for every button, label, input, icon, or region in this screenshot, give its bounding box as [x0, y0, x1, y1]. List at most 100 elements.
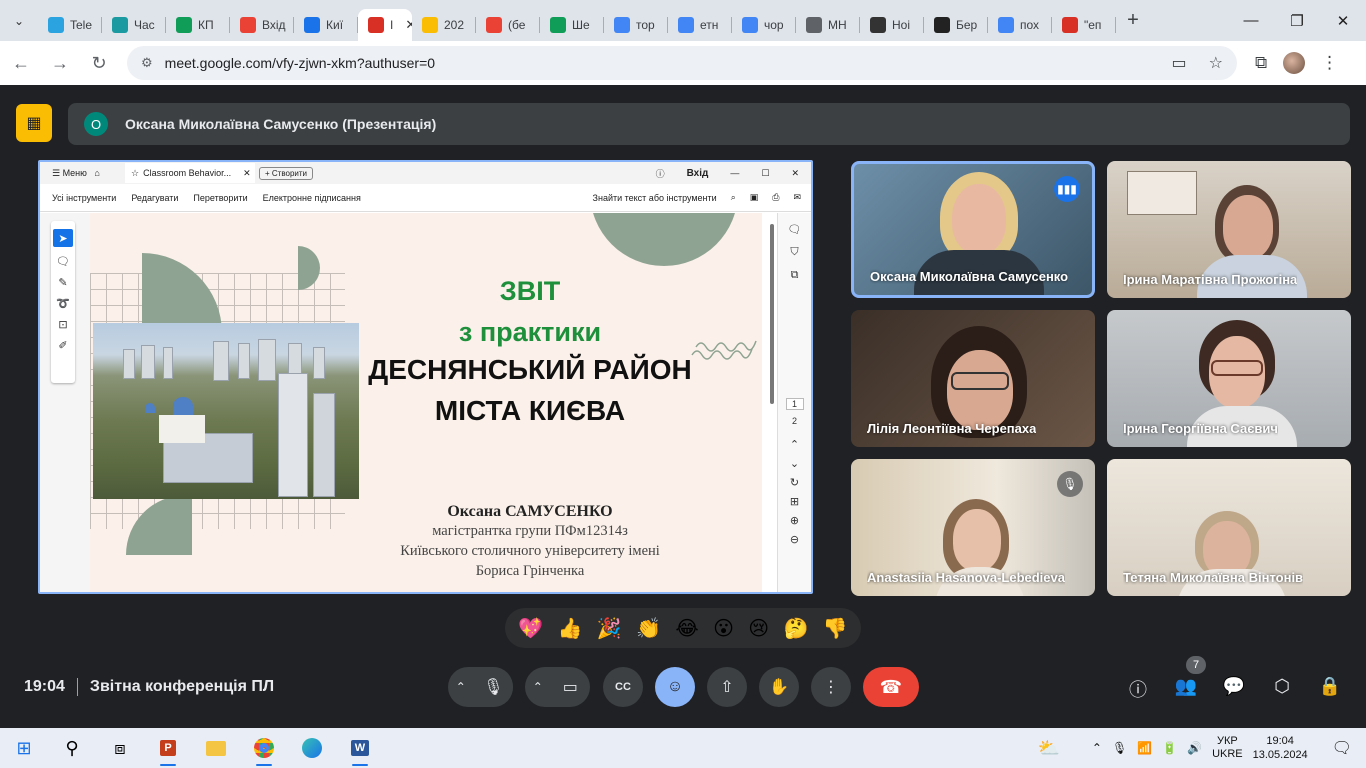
tray-mic-icon[interactable]: 🎙: [1112, 741, 1127, 755]
tool-esign[interactable]: Електронне підписання: [263, 193, 361, 203]
fit-page-icon[interactable]: ⊞: [790, 495, 799, 508]
word-icon[interactable]: W: [336, 728, 384, 768]
reaction-emoji[interactable]: 😂: [675, 616, 698, 641]
camera-options-chevron-icon[interactable]: ⌃: [525, 680, 551, 694]
raise-hand-button[interactable]: ✋: [759, 667, 799, 707]
find-tools-input[interactable]: Знайти текст або інструменти: [593, 193, 717, 203]
browser-tab[interactable]: етн: [668, 9, 732, 41]
browser-tab[interactable]: чор: [732, 9, 796, 41]
participant-tile-1[interactable]: ▮▮▮ Оксана Миколаївна Самусенко: [851, 161, 1095, 298]
rotate-icon[interactable]: ↻: [790, 476, 799, 489]
present-screen-button[interactable]: ⇧: [707, 667, 747, 707]
camera-permission-icon[interactable]: ▭: [1172, 53, 1187, 73]
help-icon[interactable]: ⓘ: [656, 167, 665, 180]
wifi-icon[interactable]: 📶: [1137, 741, 1152, 755]
pages-icon[interactable]: ⧉: [791, 269, 799, 282]
stamp-icon[interactable]: ✐: [58, 339, 67, 352]
new-tab-button[interactable]: +: [1116, 9, 1150, 32]
back-icon[interactable]: ←: [3, 45, 39, 81]
emoji-reactions-button[interactable]: ☺: [655, 667, 695, 707]
tool-convert[interactable]: Перетворити: [193, 193, 247, 203]
acrobat-minimize-icon[interactable]: —: [730, 168, 739, 178]
people-icon[interactable]: 👥: [1174, 676, 1198, 697]
chrome-icon[interactable]: [240, 728, 288, 768]
activities-icon[interactable]: ⬡: [1270, 676, 1294, 697]
tab-close-icon[interactable]: ✕: [405, 17, 412, 33]
search-icon[interactable]: ⚲: [48, 728, 96, 768]
print-icon[interactable]: ⎙: [772, 192, 779, 203]
task-view-icon[interactable]: ⧈: [96, 728, 144, 768]
browser-tab[interactable]: Ноі: [860, 9, 924, 41]
reaction-emoji[interactable]: 🤔: [784, 616, 809, 641]
browser-tab[interactable]: пох: [988, 9, 1052, 41]
tool-edit[interactable]: Редагувати: [131, 193, 178, 203]
reload-icon[interactable]: ↻: [81, 45, 117, 81]
save-icon[interactable]: ▣: [750, 192, 759, 203]
close-window-icon[interactable]: ✕: [1320, 0, 1366, 41]
acrobat-tab-close-icon[interactable]: ✕: [243, 168, 251, 179]
zoom-in-icon[interactable]: ⊕: [790, 514, 799, 527]
reaction-emoji[interactable]: 😮: [713, 616, 734, 641]
participant-tile-4[interactable]: Ірина Георгіївна Саєвич: [1107, 310, 1351, 447]
acrobat-new-button[interactable]: + Створити: [259, 166, 314, 180]
bookmarks-icon[interactable]: ⛉: [790, 246, 798, 259]
windows-start-icon[interactable]: ⊞: [0, 728, 48, 768]
meeting-details-icon[interactable]: ⓘ: [1126, 676, 1150, 702]
browser-tab[interactable]: 202: [412, 9, 476, 41]
host-controls-icon[interactable]: 🔒: [1318, 676, 1342, 697]
participant-tile-6[interactable]: Тетяна Миколаївна Вінтонів: [1107, 459, 1351, 596]
acrobat-tab[interactable]: ☆ Classroom Behavior... ✕: [125, 163, 255, 183]
system-clock[interactable]: 19:04 13.05.2024: [1253, 734, 1308, 762]
mic-options-chevron-icon[interactable]: ⌃: [448, 680, 474, 694]
browser-tab[interactable]: Ше: [540, 9, 604, 41]
extensions-icon[interactable]: ⧉: [1255, 53, 1267, 73]
minimize-icon[interactable]: —: [1228, 0, 1274, 41]
document-scrollbar[interactable]: [770, 224, 774, 404]
browser-menu-icon[interactable]: ⋮: [1321, 53, 1338, 73]
browser-tab[interactable]: I ✕: [358, 8, 412, 41]
zoom-out-icon[interactable]: ⊖: [790, 533, 799, 546]
edge-icon[interactable]: [288, 728, 336, 768]
weather-icon[interactable]: ⛅: [1037, 738, 1059, 759]
text-select-icon[interactable]: ⊡: [58, 318, 67, 331]
tray-overflow-icon[interactable]: ⌃: [1092, 741, 1102, 755]
profile-avatar[interactable]: [1283, 52, 1306, 74]
presenting-icon[interactable]: ▦: [16, 104, 52, 142]
reaction-emoji[interactable]: 💖: [518, 616, 543, 641]
file-explorer-icon[interactable]: [192, 728, 240, 768]
input-language[interactable]: УКР UKRE: [1212, 735, 1243, 761]
page-number-2[interactable]: 2: [792, 416, 797, 426]
forward-icon[interactable]: →: [42, 45, 78, 81]
pen-icon[interactable]: ✎: [58, 276, 67, 289]
reaction-emoji[interactable]: 👎: [823, 616, 848, 641]
notifications-icon[interactable]: 🗨: [1332, 738, 1352, 758]
browser-tab[interactable]: Бер: [924, 9, 988, 41]
browser-tab[interactable]: тор: [604, 9, 668, 41]
page-number-1[interactable]: 1: [785, 398, 804, 410]
acrobat-close-icon[interactable]: ✕: [791, 168, 799, 179]
more-options-button[interactable]: ⋮: [811, 667, 851, 707]
captions-button[interactable]: CC: [603, 667, 643, 707]
restore-icon[interactable]: ❐: [1274, 0, 1320, 41]
acrobat-menu[interactable]: ☰ Меню ⌂: [40, 168, 125, 179]
browser-tab[interactable]: Час: [102, 9, 166, 41]
participant-tile-5[interactable]: 🎙 Anastasiia Hasanova-Lebedieva: [851, 459, 1095, 596]
comments-icon[interactable]: 🗨: [788, 223, 802, 236]
participant-tile-2[interactable]: Ірина Маратівна Прожогіна: [1107, 161, 1351, 298]
address-bar[interactable]: ⚙ meet.google.com/vfy-zjwn-xkm?authuser=…: [127, 46, 1237, 80]
comment-icon[interactable]: 🗨: [56, 255, 70, 268]
site-info-icon[interactable]: ⚙: [141, 55, 153, 71]
browser-tab[interactable]: "еп: [1052, 9, 1116, 41]
browser-tab[interactable]: Киї: [294, 9, 358, 41]
acrobat-maximize-icon[interactable]: ☐: [761, 168, 769, 179]
browser-tab[interactable]: (бе: [476, 9, 540, 41]
volume-icon[interactable]: 🔊: [1187, 741, 1202, 755]
bookmark-star-icon[interactable]: ☆: [1209, 53, 1223, 73]
page-down-icon[interactable]: ⌄: [790, 457, 799, 470]
select-cursor-icon[interactable]: ➤: [53, 229, 73, 247]
find-search-icon[interactable]: ⌕: [731, 192, 736, 203]
browser-tab[interactable]: Вхід: [230, 9, 294, 41]
camera-button[interactable]: ▭: [551, 667, 590, 707]
sign-in-link[interactable]: Вхід: [687, 168, 709, 179]
reaction-emoji[interactable]: 👏: [636, 616, 661, 641]
